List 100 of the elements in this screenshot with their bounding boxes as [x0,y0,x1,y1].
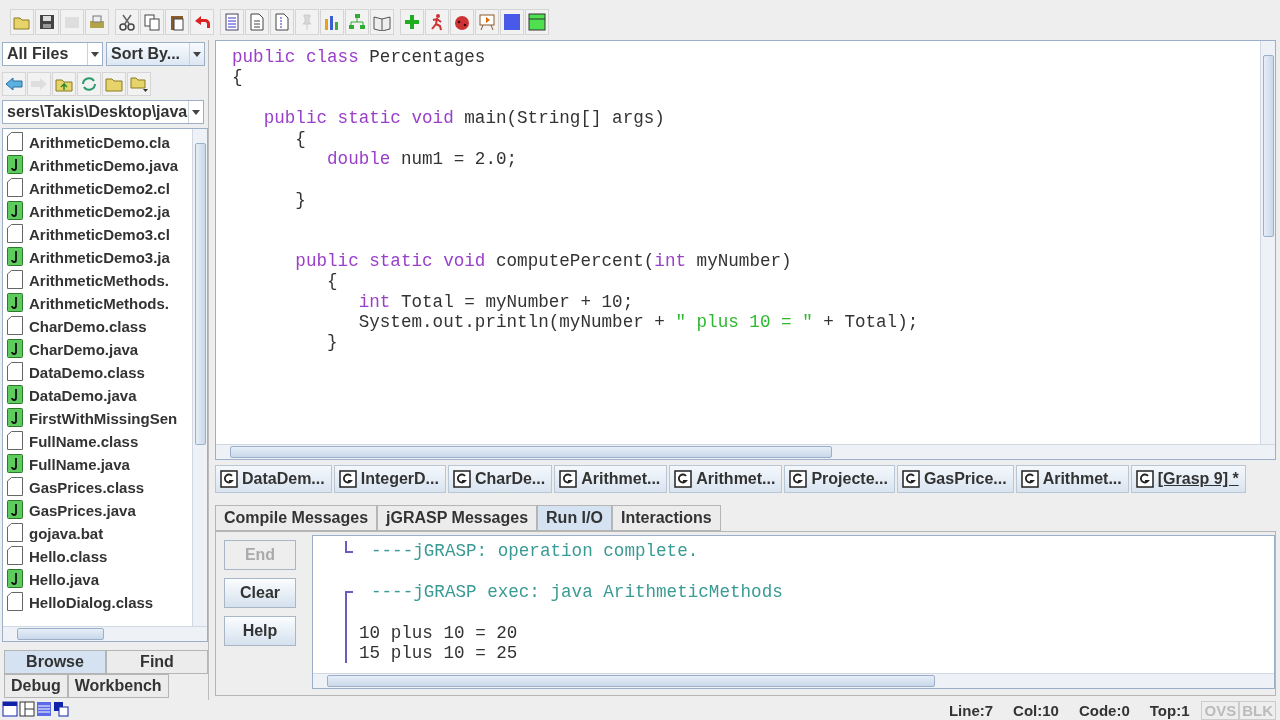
file-name[interactable]: ArithmeticDemo.cla [29,134,170,151]
bug-icon [453,13,471,31]
file-name[interactable]: ArithmeticDemo.java [29,157,179,174]
tab[interactable]: Compile Messages [215,505,378,531]
file-icon [7,223,23,243]
code-line: double num1 = 2.0; [326,148,518,169]
output-text: 15 plus 10 = 25 [359,642,518,664]
file-name[interactable]: CharDemo.class [29,318,147,335]
file-name[interactable]: DataDemo.class [29,364,145,381]
file-name[interactable]: Hello.class [29,548,108,565]
file-name[interactable]: ArithmeticMethods. [29,272,169,289]
scrollbar[interactable] [192,129,207,626]
file-name[interactable]: ArithmeticDemo2.cl [29,180,170,197]
file-name[interactable]: HelloDialog.class [29,594,154,611]
path-dropdown[interactable]: sers\Takis\Desktop\java [2,100,204,124]
file-icon [7,269,23,289]
window-layout-icon[interactable] [53,700,69,717]
file-icon [7,131,23,151]
toolbar-button[interactable] [35,9,59,35]
code-line: int Total = myNumber + 10; [357,291,634,312]
toolbar-button[interactable] [500,9,524,35]
document-tab[interactable]: Projecte... [784,465,895,493]
document-tab[interactable]: IntegerD... [333,465,446,493]
scrollbar[interactable] [313,673,1274,688]
refresh-icon [80,76,98,92]
file-name[interactable]: gojava.bat [29,525,104,542]
tab[interactable]: Interactions [611,505,721,531]
java-file-icon [7,154,23,174]
document-icon [248,13,266,31]
tab[interactable]: Workbench [67,674,169,698]
document-tab[interactable]: [Grasp 9] * [1130,465,1246,493]
sort-dropdown[interactable]: Sort By... [106,42,205,66]
java-file-icon [7,407,23,427]
document-tab[interactable]: Arithmet... [554,465,668,493]
scrollbar[interactable] [1260,41,1275,444]
tab[interactable]: Find [106,650,208,674]
combo-value: sers\Takis\Desktop\java [7,103,188,121]
clipboard-icon [168,13,186,31]
document-icon [338,470,357,488]
button[interactable]: Help [224,616,296,646]
window-layout-icon[interactable] [2,700,18,717]
scrollbar[interactable] [3,626,207,641]
button[interactable]: Clear [224,578,296,608]
file-name[interactable]: DataDemo.java [29,387,137,404]
document-icon [452,470,471,488]
document-tab[interactable]: CharDe... [447,465,553,493]
document-tab[interactable]: Arithmet... [669,465,783,493]
nav-button[interactable] [102,72,126,96]
document-tab[interactable]: DataDem... [215,465,332,493]
file-icon [7,522,23,542]
file-icon [7,430,23,450]
tab[interactable]: Browse [4,650,106,674]
document-tab[interactable]: Arithmet... [1015,465,1129,493]
toolbar-button[interactable] [525,9,549,35]
document-icon [674,470,693,488]
toolbar-button[interactable] [190,9,214,35]
toolbar-button[interactable] [115,9,139,35]
document-icon [1135,470,1154,488]
file-name[interactable]: FullName.class [29,433,139,450]
java-file-icon [7,246,23,266]
tab[interactable]: Run I/O [537,505,612,531]
filter-dropdown[interactable]: All Files [2,42,103,66]
toolbar-button[interactable] [165,9,189,35]
code-line: } [294,189,306,210]
scrollbar[interactable] [216,444,1275,459]
file-name[interactable]: FullName.java [29,456,130,473]
file-name[interactable]: GasPrices.class [29,479,145,496]
folder-up-icon [55,76,73,92]
file-name[interactable]: ArithmeticDemo2.ja [29,203,170,220]
file-icon [7,315,23,335]
nav-button[interactable] [2,72,26,96]
file-name[interactable]: FirstWithMissingSen [29,410,178,427]
code-line: { [326,271,338,292]
file-name[interactable]: ArithmeticMethods. [29,295,169,312]
file-icon [7,545,23,565]
tab[interactable]: Debug [4,674,68,698]
tab[interactable]: jGRASP Messages [377,505,538,531]
file-name[interactable]: Hello.java [29,571,100,588]
toolbar-button[interactable] [450,9,474,35]
file-name[interactable]: ArithmeticDemo3.ja [29,249,170,266]
window-layout-icon[interactable] [19,700,35,717]
file-name[interactable]: ArithmeticDemo3.cl [29,226,170,243]
document-tab[interactable]: GasPrice... [896,465,1014,493]
caret-icon [191,108,201,116]
message-text: ----jGRASP exec: java ArithmeticMethods [371,581,783,603]
scissors-icon [118,13,136,31]
file-name[interactable]: CharDemo.java [29,341,139,358]
file-icon [7,177,23,197]
toolbar-button[interactable] [320,9,344,35]
square-icon [503,13,521,31]
toolbar-button[interactable] [370,9,394,35]
file-name[interactable]: GasPrices.java [29,502,136,519]
toolbar-button[interactable] [425,9,449,35]
nav-button[interactable] [52,72,76,96]
file-icon [7,361,23,381]
document-icon [789,470,808,488]
status-text: Col:10 [1013,701,1059,719]
nav-button[interactable] [77,72,101,96]
nav-button[interactable] [127,72,151,96]
code-line: public static void computePercent(int myNumber) [294,250,792,271]
